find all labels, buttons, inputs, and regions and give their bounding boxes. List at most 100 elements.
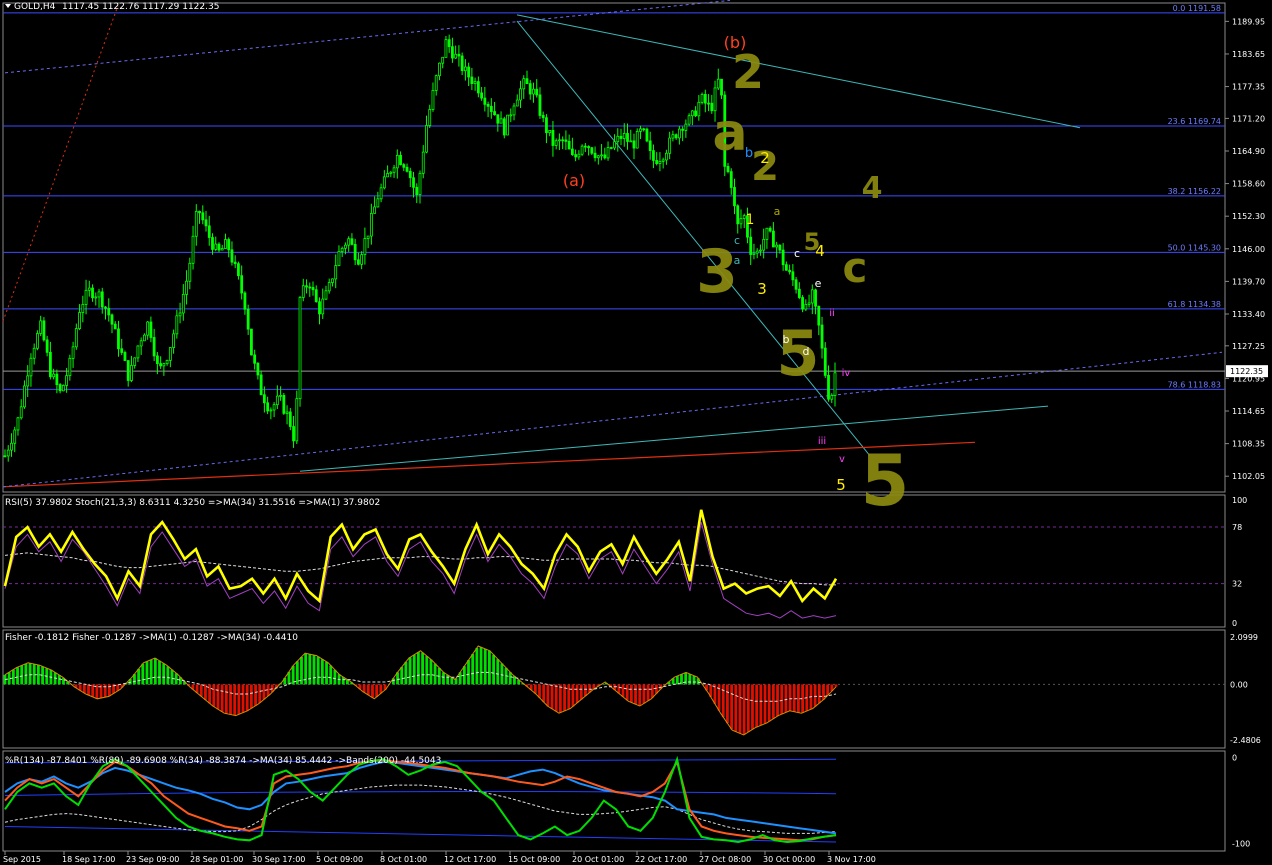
candle-body (181, 294, 185, 314)
candle-body (616, 135, 620, 143)
fisher-bar (554, 684, 558, 712)
fib-label: 38.2 1156.22 (1168, 187, 1221, 196)
fisher-bar (492, 654, 495, 685)
time-tick-label: 30 Sep 17:00 (252, 855, 305, 864)
wave-label: 4 (815, 242, 825, 260)
wave-label: a (734, 254, 741, 267)
candle-body (434, 75, 438, 91)
handwritten-mark: 2 (732, 45, 764, 99)
candle-body (19, 406, 23, 419)
fisher-bar (229, 684, 232, 715)
fisher-bar (751, 684, 754, 730)
candle-body (243, 292, 247, 310)
candle-body (262, 394, 266, 404)
candle-body (648, 140, 652, 152)
candle-body (609, 147, 613, 149)
fib-label: 61.8 1134.38 (1168, 300, 1221, 309)
rsi-tick-label: 78 (1232, 523, 1242, 532)
fisher-bar (822, 684, 825, 700)
candle-body (36, 333, 39, 349)
fisher-bar (158, 660, 161, 685)
fisher-bar (755, 684, 759, 728)
fisher-bar (817, 684, 821, 704)
candle-body (110, 314, 114, 325)
candle-body (639, 128, 642, 132)
candle-body (155, 355, 159, 364)
fisher-bar (224, 684, 228, 714)
candle-body (347, 238, 351, 246)
candle-body (797, 288, 801, 298)
candle-body (538, 94, 542, 116)
fisher-bar (425, 656, 429, 685)
candle-body (178, 312, 182, 317)
fisher-bar (153, 658, 157, 685)
fisher-bar (571, 684, 575, 707)
handwritten-mark: 5 (861, 440, 910, 522)
fib-label: 23.6 1169.74 (1168, 117, 1221, 126)
candle-body (405, 166, 409, 172)
candle-body (207, 225, 211, 238)
candle-body (532, 88, 535, 95)
fisher-bar (325, 661, 328, 685)
candle-body (269, 409, 273, 412)
candle-body (107, 307, 111, 316)
candle-body (733, 187, 736, 207)
candle-body (386, 173, 389, 178)
candle-body (814, 289, 817, 307)
candle-body (363, 238, 367, 256)
fisher-bar (496, 659, 500, 685)
candle-body (159, 363, 163, 367)
candle-body (214, 243, 218, 250)
fisher-bar (780, 684, 784, 715)
fisher-bar (417, 652, 420, 685)
candle-body (661, 159, 665, 162)
candle-body (454, 53, 458, 59)
fisher-bar (584, 684, 587, 697)
candle-body (567, 140, 571, 150)
price-tick-label: 1102.05 (1232, 472, 1265, 481)
candle-body (827, 375, 830, 400)
candle-body (415, 186, 419, 196)
fisher-bar (329, 665, 333, 685)
handwritten-mark: c (843, 243, 868, 292)
wr-tick-label: -100 (1232, 840, 1250, 849)
fisher-bar (241, 684, 245, 713)
fisher-bar (254, 684, 257, 706)
candle-body (428, 109, 432, 126)
fisher-bar (212, 684, 216, 707)
candle-body (360, 254, 364, 265)
candle-body (574, 154, 578, 158)
candle-body (463, 66, 467, 72)
candle-body (739, 218, 743, 225)
candle-body (473, 81, 477, 84)
gold-h4-chart[interactable]: 0.0 1191.58 23.6 1169.74 38.2 1156.22 50.0 … (0, 0, 1272, 865)
candle-body (677, 128, 681, 139)
candle-body (570, 148, 574, 155)
candle-body (460, 55, 464, 72)
candle-body (642, 128, 646, 131)
candle-body (139, 340, 143, 347)
fisher-bar (371, 684, 374, 698)
candle-body (298, 297, 302, 400)
candle-body (707, 102, 710, 105)
fisher-bar (730, 684, 734, 730)
candle-body (561, 139, 565, 142)
candle-body (830, 395, 834, 400)
candle-body (318, 301, 321, 315)
candle-body (100, 291, 104, 308)
fisher-bar (621, 684, 625, 697)
candle-body (794, 279, 798, 290)
candle-body (194, 210, 198, 237)
candle-body (81, 304, 85, 313)
candle-body (68, 357, 72, 377)
candle-body (113, 323, 117, 330)
candle-body (626, 133, 629, 142)
fisher-bar (471, 654, 475, 685)
time-tick-label: 23 Sep 09:00 (126, 855, 179, 864)
price-axis: 1189.95 1183.65 1177.35 1171.20 1164.90 1158.… (1225, 17, 1268, 481)
fisher-bar (87, 684, 90, 696)
wr-tick-label: 0 (1232, 754, 1237, 763)
candle-body (185, 280, 188, 295)
candle-body (230, 249, 234, 263)
fisher-bar (567, 684, 571, 710)
